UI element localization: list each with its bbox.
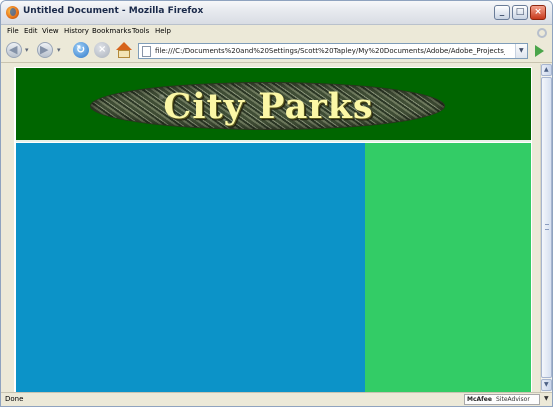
city-parks-banner: City Parks: [90, 82, 445, 130]
chevron-down-icon: ▼: [519, 47, 524, 54]
close-icon: ×: [534, 7, 542, 17]
menu-bar: File Edit View History Bookmarks Tools H…: [1, 25, 552, 39]
home-icon-body: [118, 50, 130, 58]
scroll-up-button[interactable]: ▲: [541, 64, 552, 76]
home-icon: [116, 42, 132, 50]
status-bar: Done McAfee SiteAdvisor ▼: [1, 392, 552, 406]
menu-view[interactable]: View: [42, 27, 59, 35]
menu-history[interactable]: History: [64, 27, 89, 35]
sidebar-column: [365, 143, 531, 392]
site-header: City Parks: [16, 68, 531, 140]
back-arrow-glyph: ◀: [9, 43, 18, 56]
home-button[interactable]: [115, 42, 133, 58]
title-bar[interactable]: Untitled Document - Mozilla Firefox _ □ …: [1, 1, 552, 25]
scroll-down-button[interactable]: ▼: [541, 379, 552, 391]
stop-glyph: ×: [98, 44, 107, 55]
throbber-icon: [537, 28, 547, 38]
browser-window: Untitled Document - Mozilla Firefox _ □ …: [0, 0, 553, 407]
chevron-up-icon: ▲: [544, 66, 549, 73]
chevron-down-icon: ▾: [25, 46, 29, 54]
mcafee-brand: McAfee: [467, 396, 492, 403]
reload-button[interactable]: ↻: [73, 42, 90, 58]
reload-glyph: ↻: [76, 43, 86, 56]
forward-history-dropdown[interactable]: ▾: [57, 42, 65, 58]
maximize-button[interactable]: □: [512, 5, 528, 20]
url-history-dropdown[interactable]: ▼: [515, 44, 527, 58]
menu-help[interactable]: Help: [155, 27, 171, 35]
menu-tools[interactable]: Tools: [132, 27, 149, 35]
forward-button[interactable]: ▶: [37, 42, 54, 58]
vertical-scrollbar[interactable]: ▲ ▼: [540, 64, 552, 392]
window-title: Untitled Document - Mozilla Firefox: [23, 6, 204, 16]
forward-arrow-glyph: ▶: [40, 43, 49, 56]
close-button[interactable]: ×: [530, 5, 546, 20]
minimize-button[interactable]: _: [494, 5, 510, 20]
navigation-toolbar: ◀ ▾ ▶ ▾ ↻ × file:///C:/Documents%20and%2…: [1, 39, 552, 63]
siteadvisor-button[interactable]: McAfee SiteAdvisor: [464, 394, 540, 405]
status-text: Done: [5, 395, 24, 403]
maximize-icon: □: [515, 7, 525, 17]
page-content: City Parks: [14, 67, 532, 392]
chevron-down-icon: ▾: [57, 46, 61, 54]
firefox-icon: [6, 6, 19, 19]
address-bar[interactable]: file:///C:/Documents%20and%20Settings/Sc…: [138, 43, 528, 59]
go-arrow-icon: [535, 45, 544, 57]
chevron-down-icon: ▼: [544, 381, 549, 388]
banner-title: City Parks: [163, 86, 374, 127]
stop-button[interactable]: ×: [94, 42, 111, 58]
page-icon: [142, 46, 151, 57]
scroll-thumb[interactable]: [541, 77, 552, 378]
menu-edit[interactable]: Edit: [24, 27, 38, 35]
header-divider: [16, 140, 531, 142]
main-content-column: [16, 143, 365, 392]
grip-icon: [545, 224, 549, 230]
back-history-dropdown[interactable]: ▾: [25, 42, 33, 58]
menu-file[interactable]: File: [7, 27, 19, 35]
siteadvisor-label: SiteAdvisor: [496, 396, 530, 403]
back-button[interactable]: ◀: [6, 42, 23, 58]
menu-bookmarks[interactable]: Bookmarks: [92, 27, 131, 35]
url-input[interactable]: file:///C:/Documents%20and%20Settings/Sc…: [155, 47, 505, 55]
chevron-down-icon[interactable]: ▼: [544, 395, 549, 402]
minimize-icon: _: [499, 7, 505, 17]
go-button[interactable]: [532, 44, 546, 58]
